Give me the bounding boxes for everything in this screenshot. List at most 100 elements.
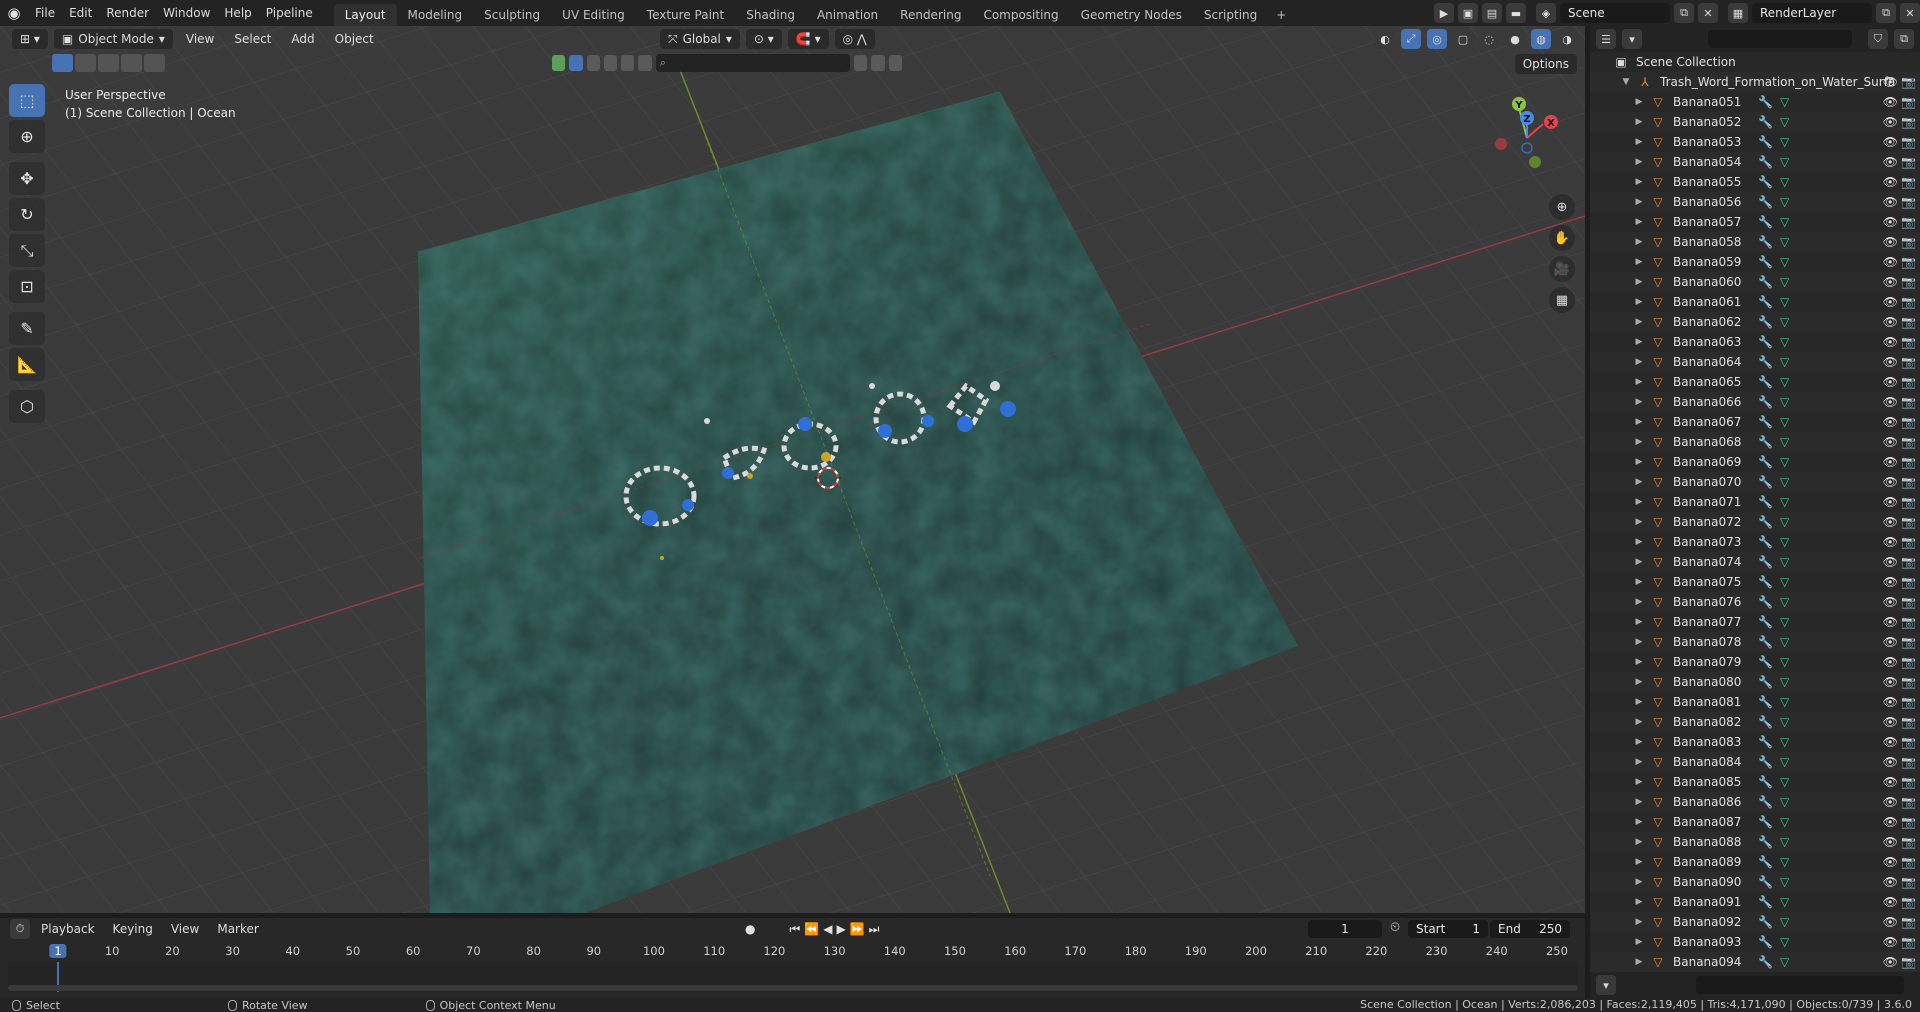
modifier-wrench-icon[interactable]: 🔧	[1758, 675, 1773, 689]
tab-layout[interactable]: Layout	[333, 4, 397, 26]
expand-arrow-icon[interactable]: ▶	[1633, 817, 1645, 827]
eye-icon[interactable]: 👁	[1883, 375, 1898, 389]
overlays-icon[interactable]: ◎	[1427, 29, 1447, 49]
camera-icon[interactable]: 📷	[1901, 95, 1916, 109]
outliner-object-row[interactable]: ▶ ▽ Banana058 🔧 ▽ 👁 📷	[1590, 232, 1920, 252]
timeline-editor-type-icon[interactable]: ⏱	[10, 919, 30, 939]
menu-edit[interactable]: Edit	[62, 0, 99, 26]
material-shading-icon[interactable]: ◍	[1531, 29, 1551, 49]
eye-icon[interactable]: 👁	[1883, 515, 1898, 529]
expand-arrow-icon[interactable]: ▶	[1633, 197, 1645, 207]
properties-search-input[interactable]	[1696, 976, 1904, 994]
mesh-data-icon[interactable]: ▽	[1780, 395, 1789, 409]
modifier-wrench-icon[interactable]: 🔧	[1758, 395, 1773, 409]
delete-scene-icon[interactable]: ✕	[1698, 3, 1718, 23]
layout-icon[interactable]	[871, 55, 885, 71]
expand-arrow-icon[interactable]: ▶	[1633, 237, 1645, 247]
new-collection-icon[interactable]: ⧉	[1894, 29, 1914, 49]
mesh-data-icon[interactable]: ▽	[1780, 595, 1789, 609]
modifier-wrench-icon[interactable]: 🔧	[1758, 815, 1773, 829]
eye-icon[interactable]: 👁	[1883, 115, 1898, 129]
add-menu[interactable]: Add	[284, 29, 321, 49]
scale-tool-icon[interactable]: ⤡	[9, 234, 45, 267]
mesh-data-icon[interactable]: ▽	[1780, 135, 1789, 149]
eye-icon[interactable]: 👁	[1883, 795, 1898, 809]
camera-icon[interactable]: 📷	[1901, 615, 1916, 629]
xray-toggle-icon[interactable]: ▢	[1453, 29, 1473, 49]
gizmo-neg-y-axis[interactable]	[1529, 156, 1541, 168]
expand-arrow-icon[interactable]: ▶	[1633, 837, 1645, 847]
expand-arrow-icon[interactable]: ▶	[1633, 777, 1645, 787]
timeline-ruler[interactable]: 1 10 20 30 40 50 60 70 80 90 100 110 120 130 140 150 160…	[0, 942, 1585, 962]
snap-toggle[interactable]: 🧲 ▾	[787, 29, 829, 49]
mesh-data-icon[interactable]: ▽	[1780, 575, 1789, 589]
expand-arrow-icon[interactable]: ▼	[1620, 77, 1632, 87]
modifier-wrench-icon[interactable]: 🔧	[1758, 655, 1773, 669]
eye-icon[interactable]: 👁	[1883, 715, 1898, 729]
new-scene-icon[interactable]: ⧉	[1674, 3, 1694, 23]
eye-icon[interactable]: 👁	[1883, 735, 1898, 749]
object-menu[interactable]: Object	[328, 29, 381, 49]
select-invert-icon[interactable]	[121, 54, 142, 72]
delete-view-layer-icon[interactable]: ✕	[1900, 3, 1920, 23]
camera-icon[interactable]: 📷	[1901, 295, 1916, 309]
expand-arrow-icon[interactable]: ▶	[1633, 497, 1645, 507]
select-box-tool-icon[interactable]: ⬚	[9, 84, 45, 117]
eye-icon[interactable]: 👁	[1883, 175, 1898, 189]
eye-icon[interactable]: 👁	[1883, 815, 1898, 829]
scene-collection-row[interactable]: ▣ Scene Collection	[1590, 52, 1920, 72]
tab-scripting[interactable]: Scripting	[1193, 4, 1268, 26]
outliner-object-row[interactable]: ▶ ▽ Banana087 🔧 ▽ 👁 📷	[1590, 812, 1920, 832]
marker-menu[interactable]: Marker	[210, 918, 265, 940]
mesh-data-icon[interactable]: ▽	[1780, 255, 1789, 269]
zoom-icon[interactable]: ⊕	[1549, 194, 1575, 220]
outliner-object-row[interactable]: ▶ ▽ Banana093 🔧 ▽ 👁 📷	[1590, 932, 1920, 952]
mesh-data-icon[interactable]: ▽	[1780, 375, 1789, 389]
expand-arrow-icon[interactable]: ▶	[1633, 297, 1645, 307]
mesh-data-icon[interactable]: ▽	[1780, 955, 1789, 969]
expand-arrow-icon[interactable]: ▶	[1633, 457, 1645, 467]
menu-pipeline[interactable]: Pipeline	[259, 0, 320, 26]
playback-menu[interactable]: Playback	[34, 918, 102, 940]
expand-arrow-icon[interactable]: ▶	[1633, 257, 1645, 267]
camera-icon[interactable]: 📷	[1901, 455, 1916, 469]
modifier-wrench-icon[interactable]: 🔧	[1758, 255, 1773, 269]
menu-help[interactable]: Help	[217, 0, 258, 26]
mesh-data-icon[interactable]: ▽	[1780, 455, 1789, 469]
next-keyframe-icon[interactable]: ⏩	[850, 922, 865, 936]
eye-icon[interactable]: 👁	[1883, 395, 1898, 409]
outliner-object-row[interactable]: ▶ ▽ Banana057 🔧 ▽ 👁 📷	[1590, 212, 1920, 232]
modifier-wrench-icon[interactable]: 🔧	[1758, 295, 1773, 309]
ortho-grid-icon[interactable]: ▦	[1549, 287, 1575, 313]
eye-icon[interactable]: 👁	[1883, 275, 1898, 289]
select-intersect-icon[interactable]	[144, 54, 165, 72]
gizmo-toggle-icon[interactable]: ⤢	[1401, 29, 1421, 49]
eye-icon[interactable]: 👁	[1883, 755, 1898, 769]
mesh-data-icon[interactable]: ▽	[1780, 855, 1789, 869]
current-frame-field[interactable]: 1	[1308, 920, 1382, 938]
mesh-data-icon[interactable]: ▽	[1780, 875, 1789, 889]
camera-icon[interactable]: 📷	[1901, 495, 1916, 509]
expand-arrow-icon[interactable]: ▶	[1633, 517, 1645, 527]
modifier-wrench-icon[interactable]: 🔧	[1758, 175, 1773, 189]
outliner-object-row[interactable]: ▶ ▽ Banana083 🔧 ▽ 👁 📷	[1590, 732, 1920, 752]
modifier-wrench-icon[interactable]: 🔧	[1758, 115, 1773, 129]
camera-icon[interactable]: 📷	[1901, 75, 1916, 89]
outliner-object-row[interactable]: ▶ ▽ Banana059 🔧 ▽ 👁 📷	[1590, 252, 1920, 272]
options-button[interactable]: Options	[1514, 54, 1577, 74]
tab-shading[interactable]: Shading	[735, 4, 806, 26]
eye-icon[interactable]: 👁	[1883, 915, 1898, 929]
eye-icon[interactable]: 👁	[1883, 255, 1898, 269]
play-reverse-icon[interactable]: ◀	[823, 922, 832, 936]
eye-icon[interactable]: 👁	[1883, 615, 1898, 629]
outliner-object-row[interactable]: ▶ ▽ Banana060 🔧 ▽ 👁 📷	[1590, 272, 1920, 292]
new-view-layer-icon[interactable]: ⧉	[1876, 3, 1896, 23]
modifier-wrench-icon[interactable]: 🔧	[1758, 495, 1773, 509]
add-cube-tool-icon[interactable]: ⬡	[9, 390, 45, 423]
expand-arrow-icon[interactable]: ▶	[1633, 117, 1645, 127]
mesh-data-icon[interactable]: ▽	[1780, 475, 1789, 489]
eye-icon[interactable]: 👁	[1883, 655, 1898, 669]
mesh-data-icon[interactable]: ▽	[1780, 535, 1789, 549]
expand-arrow-icon[interactable]: ▶	[1633, 477, 1645, 487]
solid-shading-icon[interactable]: ●	[1505, 29, 1525, 49]
